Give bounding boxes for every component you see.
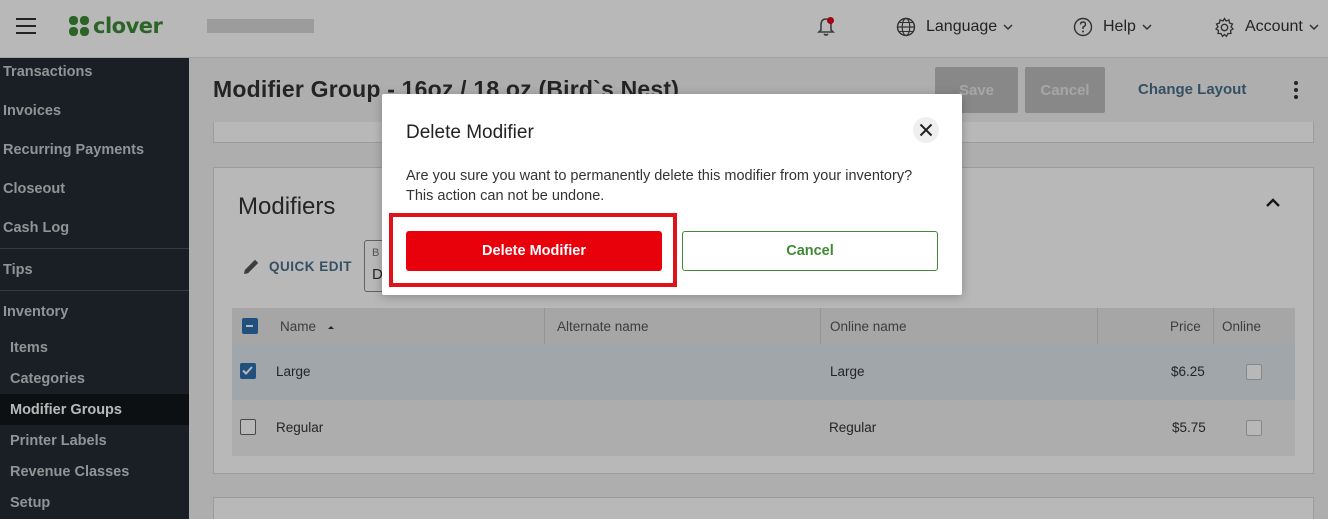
dialog-title: Delete Modifier (406, 122, 534, 143)
delete-modifier-button[interactable]: Delete Modifier (406, 231, 662, 271)
close-icon[interactable] (913, 117, 939, 143)
dialog-message: Are you sure you want to permanently del… (406, 168, 913, 204)
dialog-cancel-button[interactable]: Cancel (682, 231, 938, 271)
